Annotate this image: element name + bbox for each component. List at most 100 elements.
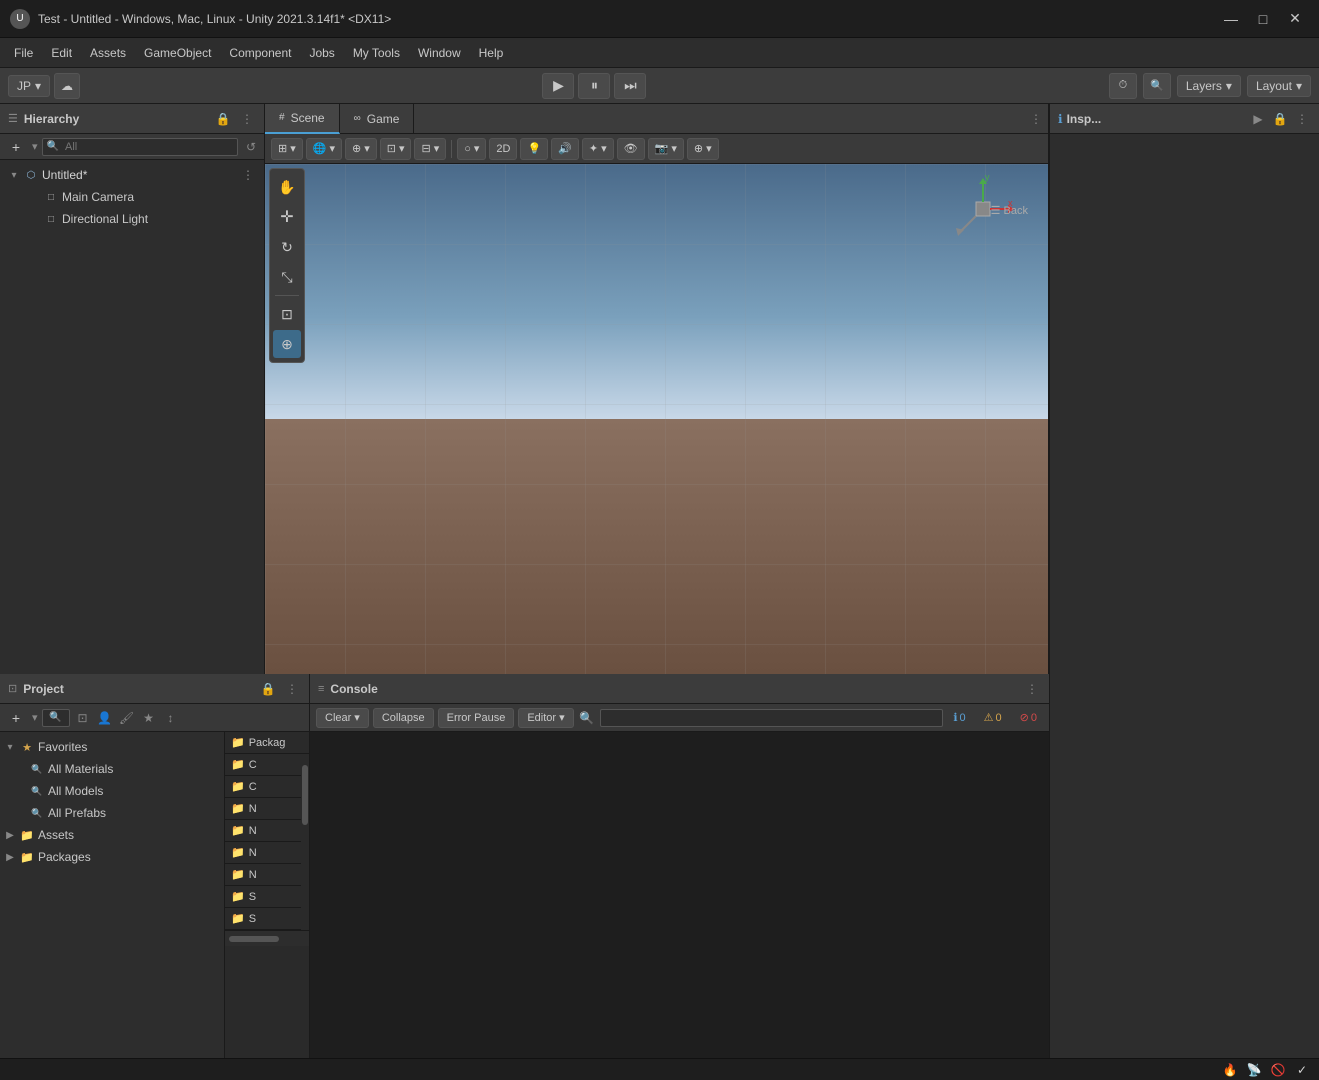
scene-gizmo-btn[interactable]: ⊕ ▾ <box>687 138 719 160</box>
close-button[interactable]: ✕ <box>1281 7 1309 31</box>
hierarchy-item-menu-icon[interactable]: ⋮ <box>240 167 256 183</box>
project-tree-all-materials[interactable]: ▾ 🔍 All Materials <box>0 758 224 780</box>
menu-jobs[interactable]: Jobs <box>301 42 342 64</box>
scene-visibility-btn[interactable]: 👁 <box>617 138 645 160</box>
inspector-lock-icon[interactable]: 🔒 <box>1271 110 1289 128</box>
package-item-1[interactable]: 📁C <box>225 776 301 798</box>
project-bottom-scrollbar[interactable] <box>225 930 309 946</box>
project-tree-all-prefabs[interactable]: ▾ 🔍 All Prefabs <box>0 802 224 824</box>
scene-snap-btn[interactable]: ⊕ ▾ <box>345 138 377 160</box>
project-scrollbar[interactable] <box>301 754 309 930</box>
scene-audio-btn[interactable]: 🔊 <box>551 138 579 160</box>
project-tree-assets[interactable]: ▶ 📁 Assets <box>0 824 224 846</box>
cloud-button[interactable]: ☁ <box>54 73 80 99</box>
inspector-menu-icon[interactable]: ⋮ <box>1293 110 1311 128</box>
project-menu-icon[interactable]: ⋮ <box>283 680 301 698</box>
scene-camera-btn[interactable]: 📷 ▾ <box>648 138 684 160</box>
scene-transform-btn[interactable]: ⊞ ▾ <box>271 138 303 160</box>
history-button[interactable]: ⏱ <box>1109 73 1137 99</box>
hierarchy-lock-icon[interactable]: 🔒 <box>214 110 232 128</box>
transform-all-tool-button[interactable]: ⊕ <box>273 330 301 358</box>
rect-tool-button[interactable]: ⊡ <box>273 300 301 328</box>
package-item-5[interactable]: 📁N <box>225 864 301 886</box>
hierarchy-reset-icon[interactable]: ↺ <box>242 138 260 156</box>
package-item-0[interactable]: 📁C <box>225 754 301 776</box>
scene-grid-btn[interactable]: 🌐 ▾ <box>306 138 342 160</box>
game-tab[interactable]: ∞ Game <box>340 104 415 134</box>
status-fire-icon[interactable]: 🔥 <box>1221 1061 1239 1079</box>
scene-ruler-btn[interactable]: ⊟ ▾ <box>414 138 446 160</box>
pause-button[interactable]: ⏸ <box>578 73 610 99</box>
project-brush-icon[interactable]: 🖌 <box>118 709 136 727</box>
status-mute-icon[interactable]: 🚫 <box>1269 1061 1287 1079</box>
menu-gameobject[interactable]: GameObject <box>136 42 219 64</box>
project-lock-icon[interactable]: 🔒 <box>259 680 277 698</box>
project-tree-all-models[interactable]: ▾ 🔍 All Models <box>0 780 224 802</box>
status-check-icon[interactable]: ✓ <box>1293 1061 1311 1079</box>
scene-menu-icon[interactable]: ⋮ <box>1024 104 1048 134</box>
minimize-button[interactable]: — <box>1217 7 1245 31</box>
hand-tool-button[interactable]: ✋ <box>273 173 301 201</box>
menu-component[interactable]: Component <box>221 42 299 64</box>
scene-lighting-btn[interactable]: 💡 <box>520 138 548 160</box>
package-item-7[interactable]: 📁S <box>225 908 301 930</box>
scene-effects-btn[interactable]: ✦ ▾ <box>582 138 614 160</box>
scene-gizmo[interactable]: x y ☰ Back <box>948 174 1028 254</box>
hierarchy-add-button[interactable]: + <box>4 137 28 157</box>
project-view-icon[interactable]: ⊡ <box>74 709 92 727</box>
game-tab-label: Game <box>367 112 400 126</box>
hierarchy-item-directional-light[interactable]: ▾ □ Directional Light <box>0 208 264 230</box>
project-tree-favorites[interactable]: ▾ ★ Favorites <box>0 736 224 758</box>
step-button[interactable]: ⏭ <box>614 73 646 99</box>
scene-snap2-btn[interactable]: ⊡ ▾ <box>380 138 412 160</box>
menu-mytools[interactable]: My Tools <box>345 42 408 64</box>
info-badge[interactable]: ℹ 0 <box>947 709 971 726</box>
scene-shading-btn[interactable]: ○ ▾ <box>457 138 486 160</box>
console-collapse-button[interactable]: Collapse <box>373 708 434 728</box>
console-search-input[interactable] <box>600 709 944 727</box>
project-search-box[interactable]: 🔍 <box>42 709 70 727</box>
scene-tab[interactable]: # Scene <box>265 104 340 134</box>
console-editor-button[interactable]: Editor ▾ <box>518 708 573 728</box>
package-item-4[interactable]: 📁N <box>225 842 301 864</box>
menu-edit[interactable]: Edit <box>43 42 80 64</box>
console-clear-button[interactable]: Clear ▾ <box>316 708 369 728</box>
error-badge[interactable]: ⊘ 0 <box>1014 709 1043 726</box>
menu-assets[interactable]: Assets <box>82 42 134 64</box>
menu-window[interactable]: Window <box>410 42 469 64</box>
status-network-icon[interactable]: 📡 <box>1245 1061 1263 1079</box>
hierarchy-search-input[interactable] <box>61 139 233 155</box>
console-menu-icon[interactable]: ⋮ <box>1023 680 1041 698</box>
move-tool-button[interactable]: ✛ <box>273 203 301 231</box>
gizmo-back-label[interactable]: ☰ Back <box>991 204 1028 217</box>
project-tree-packages[interactable]: ▶ 📁 Packages <box>0 846 224 868</box>
package-item-3[interactable]: 📁N <box>225 820 301 842</box>
account-button[interactable]: JP ▾ <box>8 75 50 97</box>
project-user-icon[interactable]: 👤 <box>96 709 114 727</box>
menu-file[interactable]: File <box>6 42 41 64</box>
inspector-arrow-right-icon[interactable]: ▶ <box>1249 110 1267 128</box>
hierarchy-item-main-camera[interactable]: ▾ □ Main Camera <box>0 186 264 208</box>
scale-tool-button[interactable]: ⤡ <box>273 263 301 291</box>
project-add-button[interactable]: + <box>4 708 28 728</box>
cloud-icon: ☁ <box>61 79 73 93</box>
package-item-6[interactable]: 📁S <box>225 886 301 908</box>
restore-button[interactable]: □ <box>1249 7 1277 31</box>
project-sort-icon[interactable]: ↕ <box>162 709 180 727</box>
layers-dropdown[interactable]: Layers ▾ <box>1177 75 1241 97</box>
search-toolbar-button[interactable]: 🔍 <box>1143 73 1171 99</box>
project-star-icon[interactable]: ★ <box>140 709 158 727</box>
console-error-pause-button[interactable]: Error Pause <box>438 708 515 728</box>
play-button[interactable]: ▶ <box>542 73 574 99</box>
package-item-2[interactable]: 📁N <box>225 798 301 820</box>
console-search-icon[interactable]: 🔍 <box>578 709 596 727</box>
scene-2d-btn[interactable]: 2D <box>489 138 517 160</box>
menu-help[interactable]: Help <box>471 42 512 64</box>
rotate-tool-button[interactable]: ↻ <box>273 233 301 261</box>
project-scrollbar-thumb[interactable] <box>302 765 308 825</box>
hierarchy-menu-icon[interactable]: ⋮ <box>238 110 256 128</box>
layout-dropdown[interactable]: Layout ▾ <box>1247 75 1311 97</box>
hierarchy-item-untitled[interactable]: ▾ ⬡ Untitled* ⋮ <box>0 164 264 186</box>
warn-badge[interactable]: ⚠ 0 <box>978 709 1008 726</box>
scene-canvas[interactable]: ✋ ✛ ↻ ⤡ ⊡ ⊕ <box>265 164 1048 674</box>
